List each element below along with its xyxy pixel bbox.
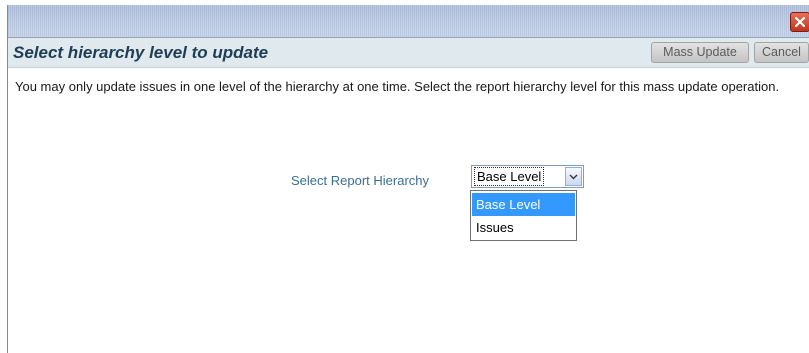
option-base-level[interactable]: Base Level xyxy=(472,193,575,216)
dialog-header: Select hierarchy level to update Mass Up… xyxy=(8,38,809,68)
close-x-icon xyxy=(794,16,806,28)
close-button[interactable] xyxy=(790,12,809,32)
hierarchy-dropdown-list: Base Level Issues xyxy=(470,190,577,241)
mass-update-dialog: Select hierarchy level to update Mass Up… xyxy=(7,5,809,353)
dialog-title: Select hierarchy level to update xyxy=(13,43,269,62)
dialog-titlebar xyxy=(8,5,809,38)
cancel-button[interactable]: Cancel xyxy=(754,42,809,63)
mass-update-button[interactable]: Mass Update xyxy=(651,42,749,63)
chevron-down-icon[interactable] xyxy=(565,167,582,186)
option-issues[interactable]: Issues xyxy=(472,216,575,239)
instructions-text: You may only update issues in one level … xyxy=(15,79,780,94)
hierarchy-select[interactable]: Base Level xyxy=(471,165,584,188)
hierarchy-select-value: Base Level xyxy=(473,167,545,186)
hierarchy-label: Select Report Hierarchy xyxy=(291,173,429,188)
